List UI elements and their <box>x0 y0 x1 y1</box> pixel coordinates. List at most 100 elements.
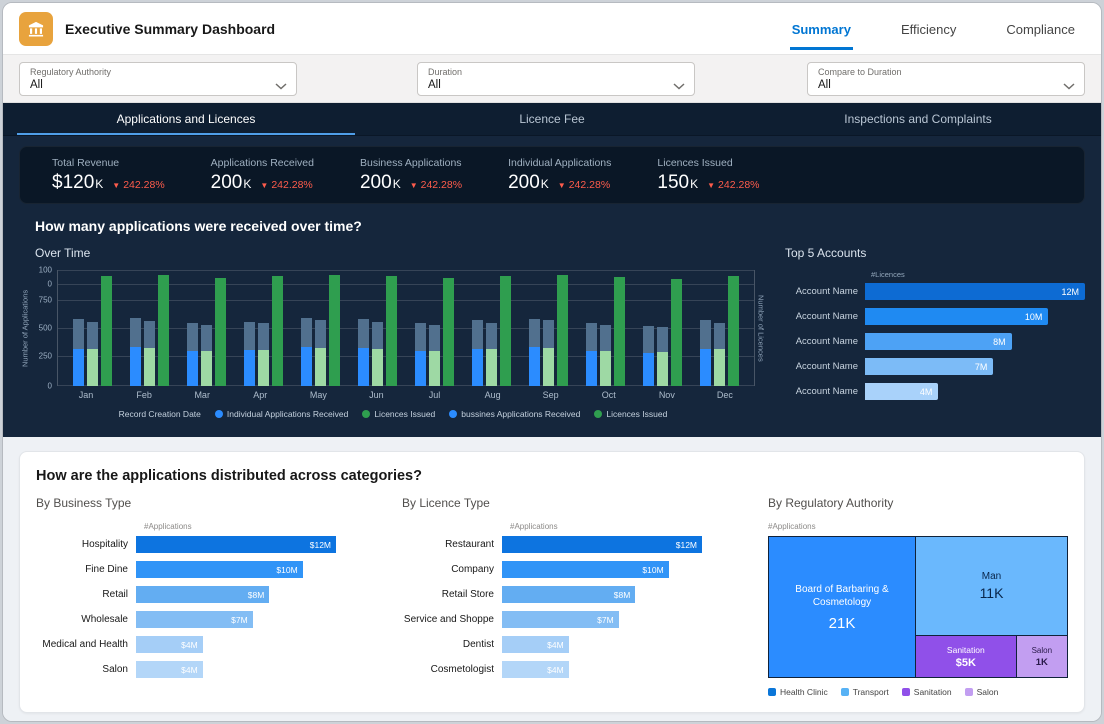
category-bar[interactable]: $4M <box>502 661 569 678</box>
category-bar[interactable]: $10M <box>502 561 669 578</box>
bar-segment-licences-issued[interactable] <box>158 275 169 386</box>
bar-segment-licences-issued[interactable] <box>728 276 739 386</box>
kpi-value: 200 <box>360 172 392 194</box>
bar-segment-licences-issued[interactable] <box>543 348 554 386</box>
bar-segment-bussines-applications-received[interactable] <box>643 326 654 353</box>
bar-segment-bussines-applications-received[interactable] <box>472 320 483 349</box>
bar-segment-licences-issued[interactable] <box>201 351 212 386</box>
bar-segment-individual-applications-received[interactable] <box>700 349 711 386</box>
category-bar[interactable]: $8M <box>136 586 269 603</box>
bar-segment-bussines-applications-received[interactable] <box>87 322 98 349</box>
bar-segment-licences-issued[interactable] <box>657 352 668 386</box>
tab-efficiency[interactable]: Efficiency <box>899 14 958 50</box>
bar-segment-individual-applications-received[interactable] <box>643 353 654 386</box>
bar-segment-bussines-applications-received[interactable] <box>358 319 369 349</box>
category-bar[interactable]: $4M <box>136 661 203 678</box>
bar-segment-licences-issued[interactable] <box>101 276 112 386</box>
bar-segment-licences-issued[interactable] <box>386 276 397 386</box>
by-licence-type-chart: By Licence Type #Applications Restaurant… <box>402 492 702 697</box>
bar-segment-bussines-applications-received[interactable] <box>586 323 597 351</box>
header-tabs: Summary Efficiency Compliance <box>790 3 1077 54</box>
bar-value: $8M <box>248 590 265 600</box>
bar-segment-licences-issued[interactable] <box>557 275 568 386</box>
treemap-cell-sanitation[interactable]: Sanitation $5K <box>916 636 1016 677</box>
category-bar[interactable]: $12M <box>136 536 336 553</box>
bar-segment-bussines-applications-received[interactable] <box>700 320 711 349</box>
account-bar[interactable]: 8M <box>865 333 1012 350</box>
bar-segment-bussines-applications-received[interactable] <box>543 320 554 347</box>
bar-segment-licences-issued[interactable] <box>329 275 340 386</box>
treemap-cell-board-of-barbaring[interactable]: Board of Barbaring & Cosmetology 21K <box>769 537 915 677</box>
cell-name: Board of Barbaring & Cosmetology <box>782 583 902 610</box>
bar-segment-licences-issued[interactable] <box>600 351 611 386</box>
bar-segment-licences-issued[interactable] <box>714 349 725 386</box>
bar-segment-individual-applications-received[interactable] <box>130 347 141 386</box>
bar-segment-bussines-applications-received[interactable] <box>244 322 255 350</box>
bar-segment-individual-applications-received[interactable] <box>73 349 84 386</box>
tab-summary[interactable]: Summary <box>790 14 853 50</box>
category-bar[interactable]: $7M <box>502 611 619 628</box>
bar-segment-bussines-applications-received[interactable] <box>301 318 312 347</box>
filter-dropdown-compare-to-duration[interactable]: Compare to DurationAll <box>807 62 1085 96</box>
bar-segment-individual-applications-received[interactable] <box>244 350 255 386</box>
bar-segment-licences-issued[interactable] <box>443 278 454 386</box>
bar-segment-bussines-applications-received[interactable] <box>529 319 540 347</box>
account-bar[interactable]: 4M <box>865 383 938 400</box>
bar-segment-bussines-applications-received[interactable] <box>372 322 383 349</box>
category-bar[interactable]: $10M <box>136 561 303 578</box>
bar-segment-licences-issued[interactable] <box>671 279 682 386</box>
section-tab-inspections-and-complaints[interactable]: Inspections and Complaints <box>735 103 1101 135</box>
axis-label: #Applications <box>768 522 1068 531</box>
bar-segment-bussines-applications-received[interactable] <box>429 325 440 351</box>
bar-segment-bussines-applications-received[interactable] <box>415 323 426 351</box>
bar-segment-bussines-applications-received[interactable] <box>258 323 269 350</box>
account-bar[interactable]: 12M <box>865 283 1085 300</box>
bar-segment-bussines-applications-received[interactable] <box>201 325 212 351</box>
account-bar[interactable]: 7M <box>865 358 993 375</box>
bar-segment-individual-applications-received[interactable] <box>187 351 198 386</box>
bar-segment-bussines-applications-received[interactable] <box>657 327 668 353</box>
treemap-cell-man[interactable]: Man 11K <box>916 537 1067 635</box>
bar-segment-licences-issued[interactable] <box>486 349 497 386</box>
bar-segment-licences-issued[interactable] <box>215 278 226 386</box>
bar-segment-licences-issued[interactable] <box>144 348 155 386</box>
category-bar[interactable]: $8M <box>502 586 635 603</box>
bar-segment-individual-applications-received[interactable] <box>415 351 426 386</box>
bar-segment-licences-issued[interactable] <box>315 348 326 386</box>
bar-segment-licences-issued[interactable] <box>272 276 283 386</box>
bar-segment-individual-applications-received[interactable] <box>472 349 483 386</box>
bar-value: 12M <box>1061 287 1079 297</box>
filter-dropdown-regulatory-authority[interactable]: Regulatory AuthorityAll <box>19 62 297 96</box>
bar-segment-licences-issued[interactable] <box>500 276 511 386</box>
category-bar[interactable]: $7M <box>136 611 253 628</box>
account-bar[interactable]: 10M <box>865 308 1048 325</box>
bar-segment-individual-applications-received[interactable] <box>586 351 597 386</box>
category-bar[interactable]: $4M <box>502 636 569 653</box>
treemap-cell-salon[interactable]: Salon 1K <box>1017 636 1067 677</box>
bar-segment-bussines-applications-received[interactable] <box>130 318 141 347</box>
bar-segment-licences-issued[interactable] <box>372 349 383 386</box>
bar-segment-licences-issued[interactable] <box>258 350 269 386</box>
bar-segment-licences-issued[interactable] <box>87 349 98 386</box>
filter-label: Compare to Duration <box>818 67 1056 77</box>
tab-compliance[interactable]: Compliance <box>1004 14 1077 50</box>
bar-segment-bussines-applications-received[interactable] <box>187 323 198 351</box>
section-tab-applications-and-licences[interactable]: Applications and Licences <box>3 103 369 135</box>
bar-segment-bussines-applications-received[interactable] <box>144 321 155 348</box>
bar-segment-bussines-applications-received[interactable] <box>600 325 611 351</box>
bar-segment-bussines-applications-received[interactable] <box>315 320 326 347</box>
filter-dropdown-duration[interactable]: DurationAll <box>417 62 695 96</box>
category-bar[interactable]: $12M <box>502 536 702 553</box>
bar-column <box>429 270 440 386</box>
bar-segment-bussines-applications-received[interactable] <box>73 319 84 349</box>
bar-segment-individual-applications-received[interactable] <box>301 347 312 386</box>
bar-segment-licences-issued[interactable] <box>429 351 440 386</box>
category-bar[interactable]: $4M <box>136 636 203 653</box>
legend-item-transport: Transport <box>841 687 889 697</box>
bar-segment-licences-issued[interactable] <box>614 277 625 386</box>
bar-segment-bussines-applications-received[interactable] <box>714 323 725 350</box>
section-tab-licence-fee[interactable]: Licence Fee <box>369 103 735 135</box>
bar-segment-individual-applications-received[interactable] <box>529 347 540 386</box>
bar-segment-bussines-applications-received[interactable] <box>486 323 497 350</box>
bar-segment-individual-applications-received[interactable] <box>358 348 369 386</box>
